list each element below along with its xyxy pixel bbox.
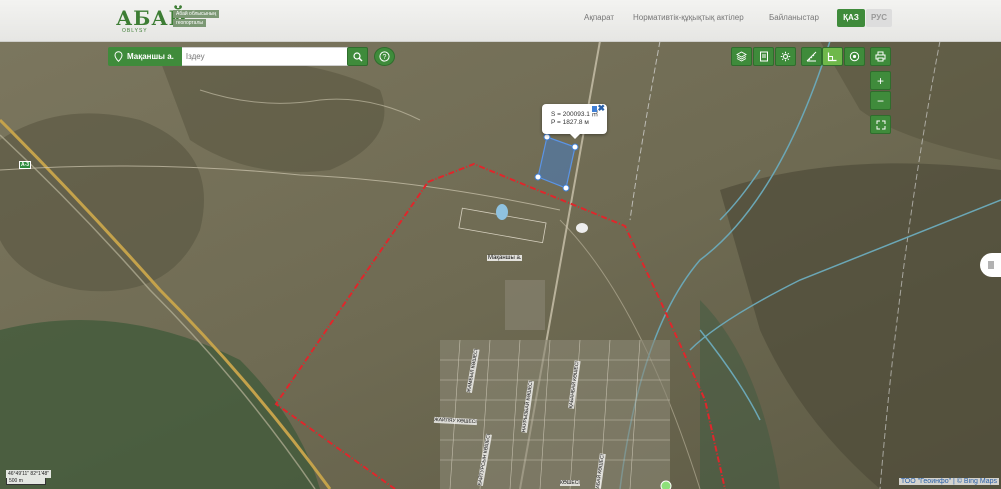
logo-tag-1: Абай облысының (173, 10, 220, 18)
close-icon[interactable]: ✖ (597, 104, 605, 113)
print-button[interactable] (870, 47, 891, 66)
fullscreen-button[interactable] (870, 115, 891, 134)
logo[interactable]: АБАЙ OBLYSY Абай облысының геопорталы (116, 8, 220, 34)
zoom-out-button[interactable]: − (870, 91, 891, 110)
nav-info[interactable]: Ақпарат (584, 13, 614, 22)
scale-bar: 500 m (6, 478, 46, 485)
attribution[interactable]: ТОО "Геоинфо" | © Bing Maps (898, 478, 999, 485)
nav-legal-acts[interactable]: Нормативтік-құқықтық актілер (633, 13, 744, 22)
header-bar: АБАЙ OBLYSY Абай облысының геопорталы Ақ… (0, 0, 1001, 42)
measure-length-icon (806, 51, 817, 62)
side-panel-handle[interactable] (980, 253, 1001, 277)
locate-button[interactable] (844, 47, 865, 66)
locate-icon (849, 51, 860, 62)
search-bar: Мақаншы а. (108, 47, 351, 66)
measure-length-button[interactable] (801, 47, 822, 66)
measure-area-icon (827, 52, 837, 62)
nav-contacts[interactable]: Байланыстар (769, 13, 819, 22)
settings-icon (780, 51, 791, 62)
road-shield: A-3 (19, 161, 32, 169)
location-selector-button[interactable]: Мақаншы а. (108, 47, 182, 66)
perimeter-value: P = 1827.8 м (551, 119, 589, 126)
settings-button[interactable] (775, 47, 796, 66)
document-icon (759, 51, 768, 62)
village-label: Мақаншы а. (487, 255, 523, 261)
street-label: КӨШЕСІ (560, 480, 580, 486)
search-button[interactable] (347, 47, 368, 66)
satellite-map[interactable] (0, 41, 1001, 489)
coordinate-readout: 46°49'11" 82°1'48" (6, 470, 52, 478)
help-icon: ? (379, 51, 390, 62)
print-icon (875, 51, 886, 62)
location-label: Мақаншы а. (127, 52, 174, 61)
lang-kaz-button[interactable]: ҚАЗ (837, 9, 865, 27)
delete-icon[interactable] (592, 106, 597, 112)
handle-grip-icon (988, 261, 994, 269)
measure-area-button[interactable] (822, 47, 843, 66)
fullscreen-icon (876, 120, 885, 129)
svg-text:?: ? (383, 54, 387, 61)
zoom-in-button[interactable]: + (870, 71, 891, 90)
help-button[interactable]: ? (374, 47, 395, 66)
lang-rus-button[interactable]: РУС (866, 9, 892, 27)
layers-button[interactable] (731, 47, 752, 66)
measurement-popup: S = 200093.1 ㎡ P = 1827.8 м ✖ (542, 104, 607, 139)
logo-tag-2: геопорталы (173, 19, 206, 27)
layers-icon (736, 51, 747, 62)
search-icon (352, 51, 362, 61)
map-imagery (0, 41, 1001, 489)
map-pin-icon (114, 51, 123, 62)
search-input[interactable] (181, 47, 351, 66)
document-button[interactable] (753, 47, 774, 66)
